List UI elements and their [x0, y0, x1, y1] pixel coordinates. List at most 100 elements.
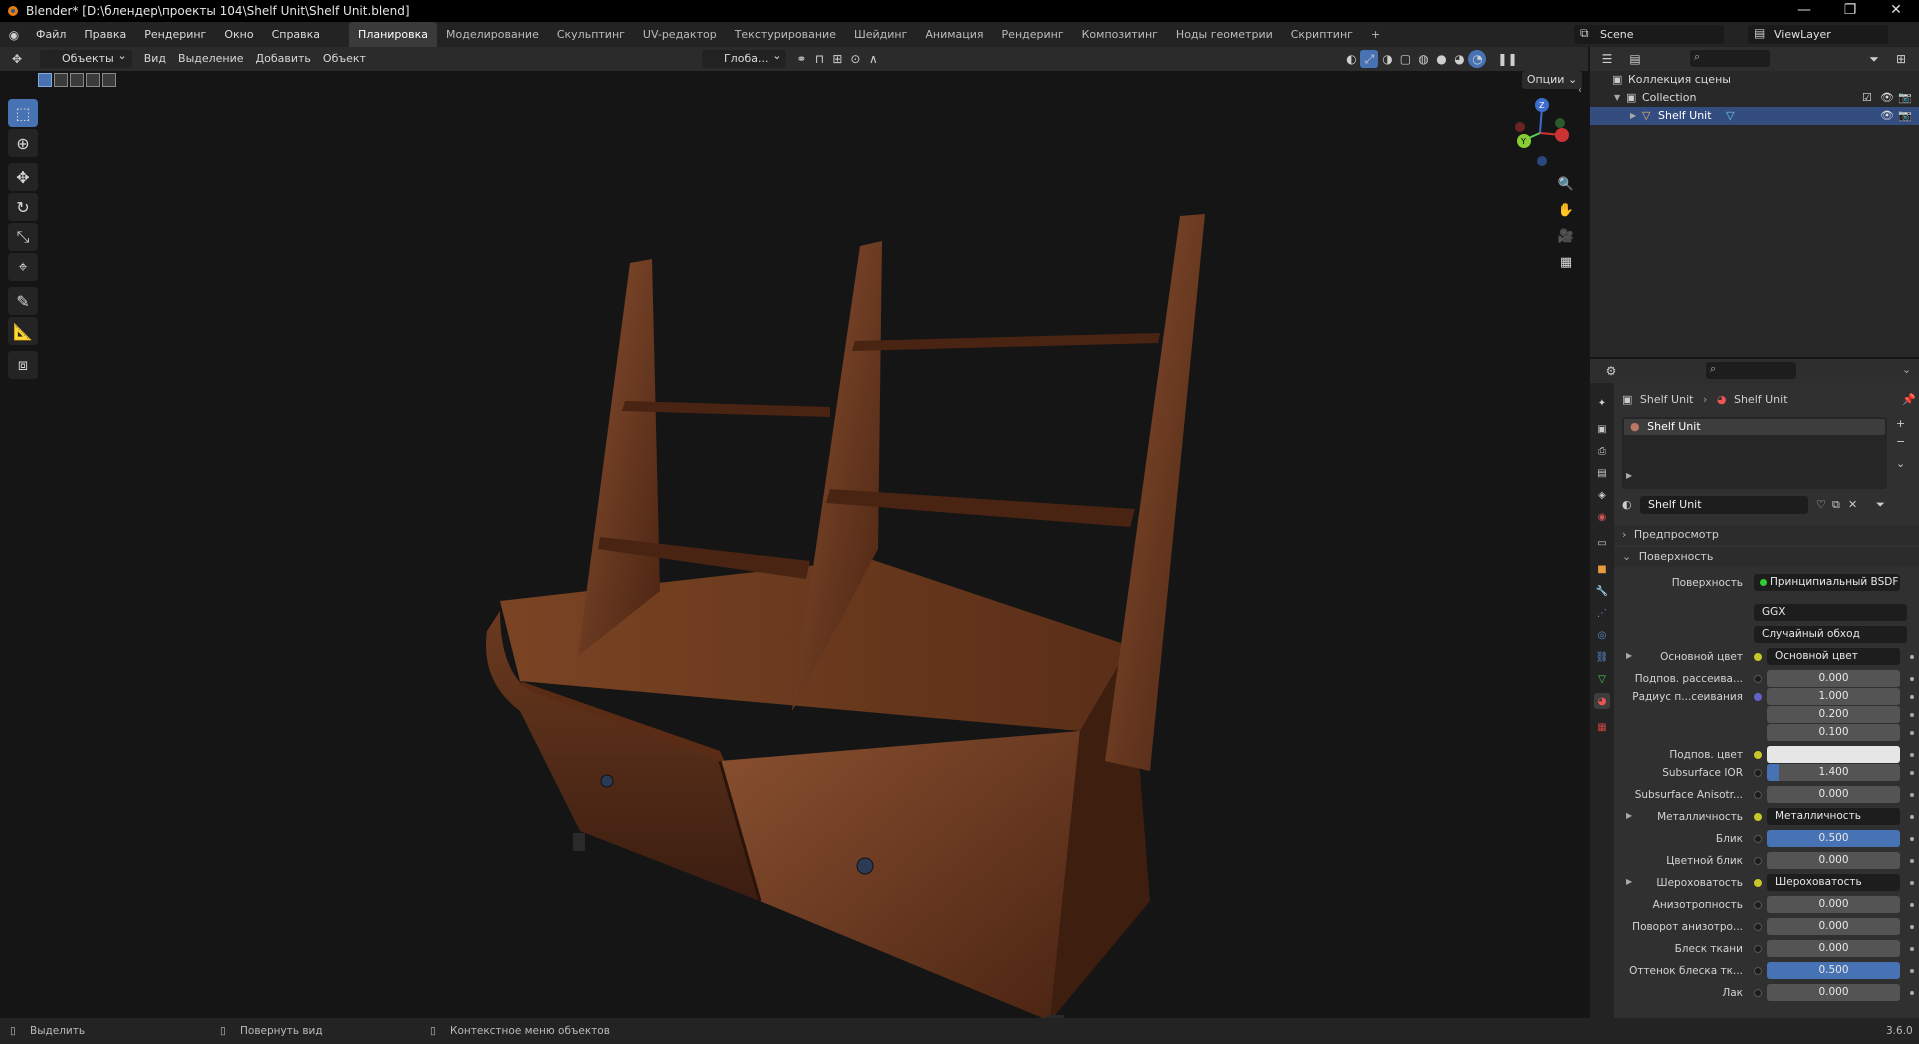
blender-menu-icon[interactable]: ◉ — [5, 26, 23, 44]
solid-shading-icon[interactable]: ● — [1432, 50, 1450, 68]
pause-render-icon[interactable]: ❚❚ — [1497, 50, 1517, 68]
wireframe-shading-icon[interactable]: ◍ — [1414, 50, 1432, 68]
tab-compositing[interactable]: Композитинг — [1073, 22, 1167, 47]
material-slot-row[interactable]: ● Shelf Unit — [1624, 419, 1885, 435]
outliner-search-input[interactable] — [1690, 50, 1770, 67]
socket-icon[interactable] — [1754, 879, 1762, 887]
display-mode-icon[interactable]: ▤ — [1626, 50, 1644, 68]
close-button[interactable]: ✕ — [1873, 0, 1919, 22]
world-tab-icon[interactable]: ◉ — [1594, 509, 1610, 525]
keyframe-dot-icon[interactable] — [1910, 731, 1914, 735]
outliner-editor-icon[interactable]: ☰ — [1598, 50, 1616, 68]
tab-geometry-nodes[interactable]: Ноды геометрии — [1167, 22, 1282, 47]
linked-input-field[interactable]: Основной цвет — [1767, 648, 1900, 665]
socket-icon[interactable] — [1754, 857, 1762, 865]
breadcrumb-material[interactable]: Shelf Unit — [1734, 393, 1788, 406]
mode-selector[interactable]: Объекты — [40, 47, 132, 68]
expand-arrow-icon[interactable]: ▼ — [1614, 89, 1620, 107]
keyframe-dot-icon[interactable] — [1910, 947, 1914, 951]
socket-icon[interactable] — [1754, 653, 1762, 661]
socket-icon[interactable] — [1754, 835, 1762, 843]
value-slider[interactable]: 0.000 — [1767, 896, 1900, 913]
expand-arrow-icon[interactable]: ▶ — [1626, 651, 1632, 660]
material-tab-icon[interactable]: ◕ — [1594, 693, 1610, 709]
new-collection-icon[interactable]: ⊞ — [1892, 50, 1910, 68]
value-slider[interactable]: 0.000 — [1767, 786, 1900, 803]
value-slider[interactable]: 0.000 — [1767, 918, 1900, 935]
menu-object[interactable]: Объект — [317, 50, 372, 68]
snap-icon[interactable]: ⊓ — [810, 50, 828, 68]
constraints-tab-icon[interactable]: ⛓ — [1594, 649, 1610, 665]
tab-sculpting[interactable]: Скульптинг — [548, 22, 634, 47]
menu-select[interactable]: Выделение — [172, 50, 250, 68]
outliner-row-scene-collection[interactable]: ▣ Коллекция сцены — [1590, 71, 1919, 89]
visibility-icon[interactable]: ◐ — [1342, 50, 1360, 68]
modifier-tab-icon[interactable]: 🔧 — [1594, 583, 1610, 599]
render-camera-icon[interactable]: 📷 — [1898, 107, 1912, 125]
tab-modeling[interactable]: Моделирование — [437, 22, 548, 47]
snap-target-icon[interactable]: ⊞ — [828, 50, 846, 68]
surface-shader-field[interactable]: Принципиальный BSDF — [1754, 574, 1900, 591]
restore-button[interactable]: ❐ — [1827, 0, 1873, 22]
mesh-data-icon[interactable]: ▽ — [1726, 107, 1734, 125]
keyframe-dot-icon[interactable] — [1910, 753, 1914, 757]
remove-slot-icon[interactable]: − — [1896, 435, 1905, 448]
transform-orientation[interactable]: Глоба... — [701, 47, 787, 68]
socket-icon[interactable] — [1754, 901, 1762, 909]
options-chevron-icon[interactable]: ⌄ — [1902, 363, 1911, 376]
texture-tab-icon[interactable]: ▦ — [1594, 719, 1610, 735]
outliner-row-collection[interactable]: ▼ ▣ Collection ☑ 👁 📷 — [1590, 89, 1919, 107]
linked-input-field[interactable]: Шероховатость — [1767, 874, 1900, 891]
keyframe-dot-icon[interactable] — [1910, 881, 1914, 885]
color-swatch[interactable] — [1767, 746, 1900, 763]
menu-window[interactable]: Окно — [215, 22, 262, 47]
tab-texture-paint[interactable]: Текстурирование — [726, 22, 845, 47]
linked-input-field[interactable]: Металличность — [1767, 808, 1900, 825]
minimize-button[interactable]: — — [1781, 0, 1827, 22]
object-tab-icon[interactable]: ■ — [1594, 561, 1610, 577]
socket-icon[interactable] — [1754, 675, 1762, 683]
socket-icon[interactable] — [1754, 923, 1762, 931]
menu-render[interactable]: Рендеринг — [135, 22, 215, 47]
pivot-icon[interactable]: ⚭ — [792, 50, 810, 68]
menu-view[interactable]: Вид — [138, 50, 172, 68]
menu-file[interactable]: Файл — [27, 22, 75, 47]
visibility-eye-icon[interactable]: 👁 — [1880, 107, 1894, 125]
unlink-material-icon[interactable]: ✕ — [1848, 496, 1857, 514]
add-workspace-button[interactable]: + — [1362, 22, 1389, 47]
socket-icon[interactable] — [1754, 791, 1762, 799]
panel-preview[interactable]: › Предпросмотр — [1614, 525, 1919, 545]
keyframe-dot-icon[interactable] — [1910, 903, 1914, 907]
slot-menu-icon[interactable]: ⌄ — [1896, 457, 1905, 470]
value-slider[interactable]: 0.500 — [1767, 830, 1900, 847]
physics-tab-icon[interactable]: ◎ — [1594, 627, 1610, 643]
duplicate-material-icon[interactable]: ⧉ — [1832, 496, 1840, 514]
material-shading-icon[interactable]: ◕ — [1450, 50, 1468, 68]
expand-arrow-icon[interactable]: ▶ — [1626, 877, 1632, 886]
material-slot-list[interactable]: ● Shelf Unit ▶ — [1622, 417, 1887, 489]
keyframe-dot-icon[interactable] — [1910, 677, 1914, 681]
node-type-icon[interactable]: ⏷ — [1876, 496, 1885, 514]
value-slider[interactable]: 0.000 — [1767, 852, 1900, 869]
tab-scripting[interactable]: Скриптинг — [1282, 22, 1362, 47]
collection-tab-icon[interactable]: ▭ — [1594, 535, 1610, 551]
falloff-icon[interactable]: ∧ — [864, 50, 882, 68]
keyframe-dot-icon[interactable] — [1910, 925, 1914, 929]
socket-icon[interactable] — [1754, 967, 1762, 975]
subsurface-method-dropdown[interactable]: Случайный обход — [1754, 626, 1907, 643]
data-tab-icon[interactable]: ▽ — [1594, 671, 1610, 687]
add-slot-icon[interactable]: + — [1896, 417, 1905, 430]
keyframe-dot-icon[interactable] — [1910, 771, 1914, 775]
visibility-eye-icon[interactable]: 👁 — [1880, 89, 1894, 107]
value-slider[interactable]: 1.400 — [1767, 764, 1900, 781]
socket-icon[interactable] — [1754, 769, 1762, 777]
socket-icon[interactable] — [1754, 751, 1762, 759]
keyframe-dot-icon[interactable] — [1910, 793, 1914, 797]
tab-animation[interactable]: Анимация — [916, 22, 992, 47]
filter-icon[interactable]: ⏷ — [1865, 50, 1883, 68]
keyframe-dot-icon[interactable] — [1910, 859, 1914, 863]
scene-selector[interactable]: Scene — [1574, 25, 1724, 44]
panel-surface[interactable]: ⌄ Поверхность — [1614, 547, 1919, 567]
socket-icon[interactable] — [1754, 813, 1762, 821]
scene-tab-icon[interactable]: ◈ — [1594, 487, 1610, 503]
